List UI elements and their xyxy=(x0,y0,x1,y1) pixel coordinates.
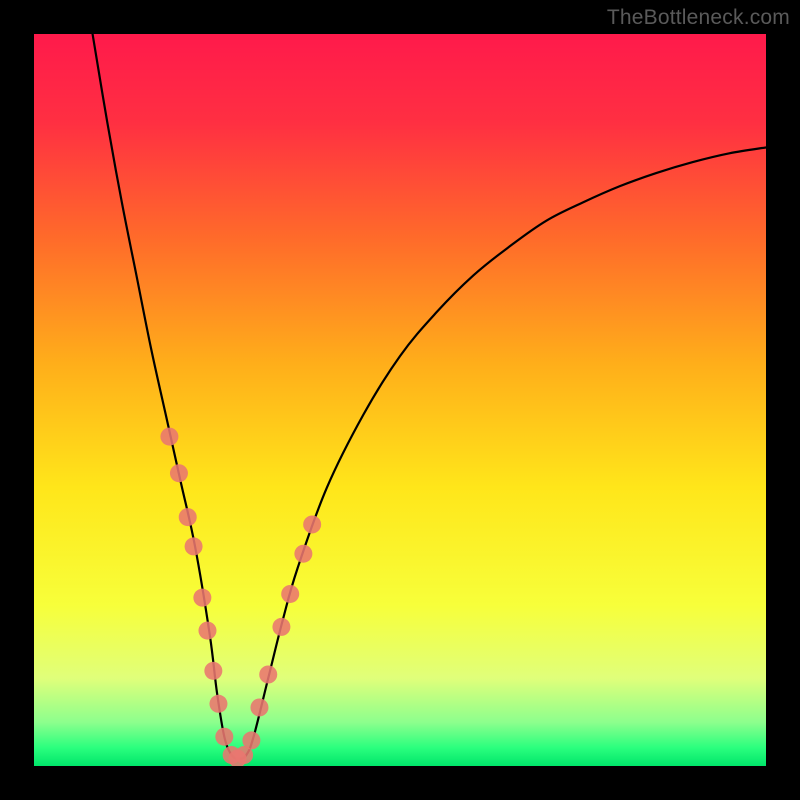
marker-point xyxy=(185,537,203,555)
gradient-background xyxy=(34,34,766,766)
marker-point xyxy=(170,464,188,482)
marker-point xyxy=(294,545,312,563)
marker-point xyxy=(204,662,222,680)
marker-point xyxy=(193,589,211,607)
marker-point xyxy=(160,428,178,446)
marker-point xyxy=(198,622,216,640)
chart-svg xyxy=(34,34,766,766)
marker-point xyxy=(209,695,227,713)
marker-point xyxy=(259,666,277,684)
marker-point xyxy=(272,618,290,636)
marker-point xyxy=(250,698,268,716)
marker-point xyxy=(242,731,260,749)
marker-point xyxy=(303,515,321,533)
marker-point xyxy=(179,508,197,526)
marker-point xyxy=(281,585,299,603)
chart-frame: TheBottleneck.com xyxy=(0,0,800,800)
attribution-label: TheBottleneck.com xyxy=(607,6,790,30)
marker-point xyxy=(215,728,233,746)
plot-area xyxy=(34,34,766,766)
